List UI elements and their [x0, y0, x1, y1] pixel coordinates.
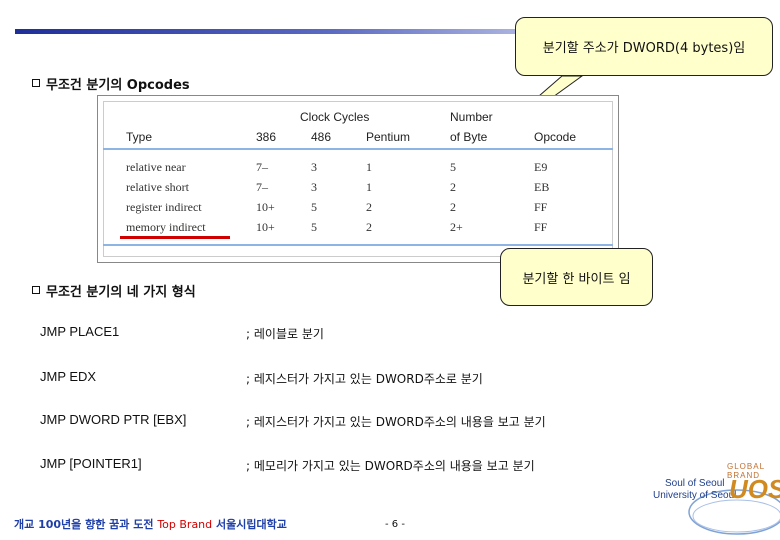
square-bullet-icon	[32, 286, 40, 294]
instruction-comment: ; 레이블로 분기	[246, 327, 324, 341]
row-bytes: 2	[450, 200, 456, 214]
instruction-code: JMP [POINTER1]	[40, 456, 142, 471]
footer-slogan: 개교 100년을 향한 꿈과 도전 Top Brand 서울시립대학교	[14, 516, 287, 532]
logo-soul-of-seoul: Soul of Seoul	[665, 478, 725, 489]
row-opcode: E9	[534, 160, 548, 174]
footer-suffix: 서울시립대학교	[212, 518, 287, 531]
page-number: - 6 -	[385, 519, 405, 530]
header-bytes: of Byte	[450, 130, 488, 144]
instruction-code: JMP DWORD PTR [EBX]	[40, 412, 187, 427]
header-486: 486	[311, 130, 332, 144]
header-pentium: Pentium	[366, 130, 411, 144]
header-386: 386	[256, 130, 277, 144]
row-pentium: 2	[366, 220, 372, 234]
footer-prefix: 개교 100년을 향한 꿈과 도전	[14, 518, 158, 531]
instruction-comment: ; 레지스터가 가지고 있는 DWORD주소의 내용을 보고 분기	[246, 415, 546, 429]
row-type: register indirect	[126, 200, 202, 214]
row-opcode: EB	[534, 180, 550, 194]
row-bytes: 2+	[450, 220, 463, 234]
header-rule	[103, 148, 613, 150]
section1-heading: 무조건 분기의 Opcodes	[32, 74, 190, 93]
row-type: relative near	[126, 160, 186, 174]
header-opcode: Opcode	[534, 130, 577, 144]
memory-indirect-underline	[120, 236, 230, 239]
row-type: relative short	[126, 180, 189, 194]
instruction-comment: ; 메모리가 가지고 있는 DWORD주소의 내용을 보고 분기	[246, 459, 535, 473]
opcode-table-image: Clock Cycles Number Type 386 486 Pentium…	[97, 95, 619, 263]
header-type: Type	[126, 130, 153, 144]
section1-title: 무조건 분기의 Opcodes	[46, 77, 190, 93]
row-486: 3	[311, 180, 317, 194]
row-486: 3	[311, 160, 317, 174]
logo-university-name: University of Seoul	[653, 490, 737, 501]
row-486: 5	[311, 200, 317, 214]
header-clock-cycles: Clock Cycles	[300, 110, 370, 124]
row-bytes: 2	[450, 180, 456, 194]
row-386: 7–	[256, 180, 268, 194]
top-callout-text: 분기할 주소가 DWORD(4 bytes)임	[542, 41, 746, 56]
row-386: 10+	[256, 220, 275, 234]
logo-uos-mark: UOS	[729, 474, 780, 504]
row-386: 10+	[256, 200, 275, 214]
section2-title: 무조건 분기의 네 가지 형식	[46, 284, 196, 300]
row-type: memory indirect	[126, 220, 206, 234]
instruction-code: JMP EDX	[40, 369, 97, 384]
row-pentium: 2	[366, 200, 372, 214]
instruction-comment: ; 레지스터가 가지고 있는 DWORD주소로 분기	[246, 372, 483, 386]
square-bullet-icon	[32, 79, 40, 87]
row-pentium: 1	[366, 160, 372, 174]
footer-brand: Top Brand	[157, 518, 213, 531]
header-number: Number	[450, 110, 493, 124]
university-logo: GLOBAL BRAND Soul of Seoul University of…	[645, 460, 780, 540]
row-pentium: 1	[366, 180, 372, 194]
top-callout: 분기할 주소가 DWORD(4 bytes)임	[515, 17, 773, 76]
bottom-callout-text: 분기할 한 바이트 임	[522, 271, 631, 287]
row-bytes: 5	[450, 160, 456, 174]
bottom-callout: 분기할 한 바이트 임	[500, 248, 653, 306]
instruction-code: JMP PLACE1	[40, 324, 120, 339]
row-opcode: FF	[534, 200, 548, 214]
row-486: 5	[311, 220, 317, 234]
section2-heading: 무조건 분기의 네 가지 형식	[32, 281, 196, 300]
row-386: 7–	[256, 160, 268, 174]
bottom-rule	[103, 244, 613, 246]
row-opcode: FF	[534, 220, 548, 234]
